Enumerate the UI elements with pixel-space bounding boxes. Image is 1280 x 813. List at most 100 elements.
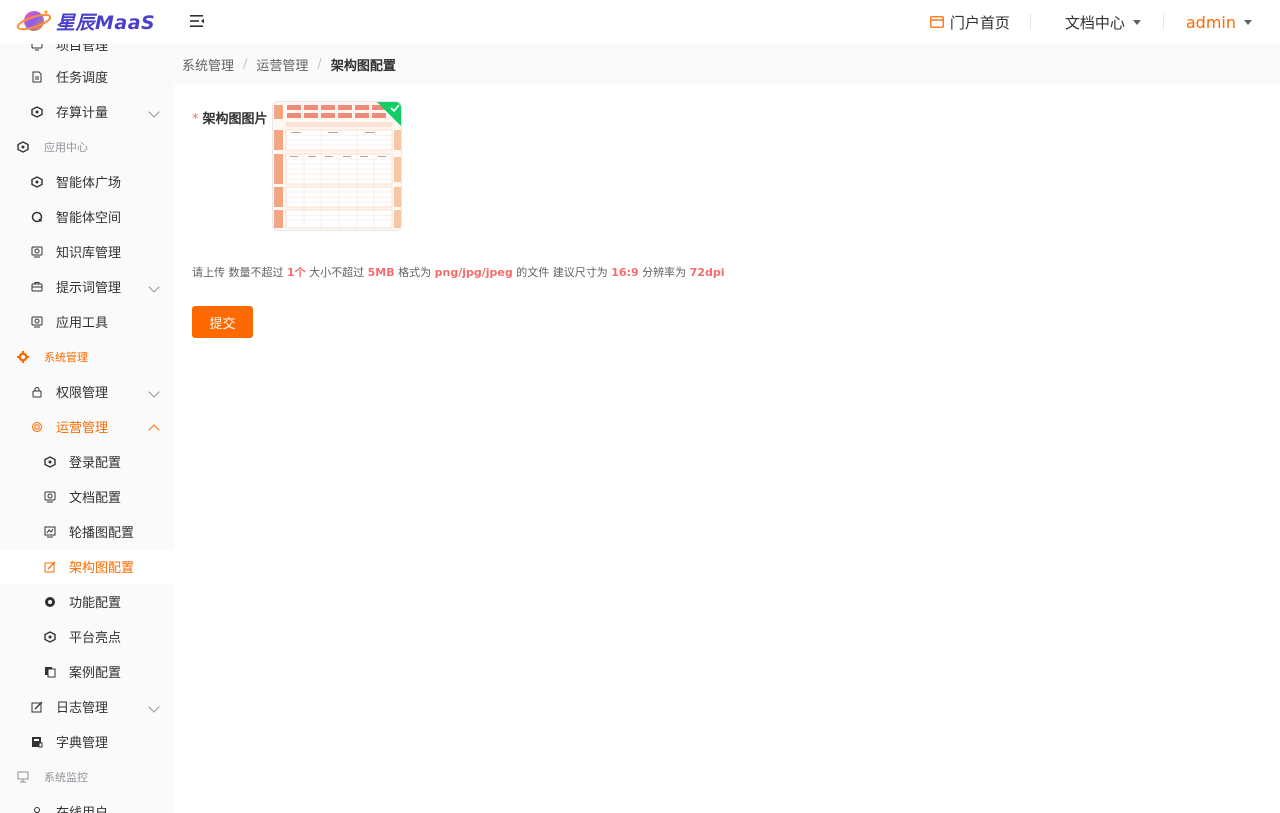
- sidebar-item-architecture-config[interactable]: 架构图配置: [0, 549, 174, 584]
- portal-home-link[interactable]: 门户首页: [929, 0, 1010, 44]
- sidebar-group-label: 系统管理: [44, 350, 88, 364]
- sidebar-item-prompt[interactable]: 提示词管理: [0, 269, 174, 304]
- sidebar-group-monitor[interactable]: 系统监控: [0, 759, 174, 794]
- sidebar-item-label: 权限管理: [56, 386, 109, 401]
- sidebar-item-label: 文档配置: [69, 491, 122, 506]
- submit-button[interactable]: 提交: [192, 306, 253, 338]
- tip-dpi: 72dpi: [689, 266, 725, 279]
- logo-text: 星辰MaaS: [56, 11, 156, 34]
- cpu-icon: [30, 420, 44, 434]
- sidebar-item-log[interactable]: 日志管理: [0, 689, 174, 724]
- menu-toggle-icon[interactable]: [188, 12, 206, 30]
- sidebar-group-app-center[interactable]: 应用中心: [0, 129, 174, 164]
- upload-success-check-icon: [377, 102, 401, 126]
- docs-center-dropdown[interactable]: 文档中心: [1065, 0, 1141, 44]
- sidebar-item-operations[interactable]: 运营管理: [0, 409, 174, 444]
- sidebar-item-label: 智能体空间: [56, 211, 122, 226]
- chevron-down-icon: [148, 386, 160, 398]
- tip-format: png/jpg/jpeg: [434, 266, 513, 279]
- monitor-icon: [30, 44, 44, 52]
- edit-icon: [30, 700, 44, 714]
- cube-icon: [16, 140, 30, 154]
- required-asterisk: *: [192, 112, 199, 127]
- breadcrumb: 系统管理 / 运营管理 / 架构图配置: [174, 44, 1280, 84]
- briefcase-icon: [30, 280, 44, 294]
- chevron-up-icon: [148, 424, 160, 436]
- sidebar-item-agent-plaza[interactable]: 智能体广场: [0, 164, 174, 199]
- breadcrumb-current: 架构图配置: [330, 58, 396, 74]
- sidebar-item-dictionary[interactable]: 字典管理: [0, 724, 174, 759]
- gear-icon: [16, 350, 30, 364]
- sidebar-item-case-config[interactable]: 案例配置: [0, 654, 174, 689]
- sidebar-item-doc-config[interactable]: 文档配置: [0, 479, 174, 514]
- cube-icon: [30, 175, 44, 189]
- lock-icon: [30, 385, 44, 399]
- chevron-down-icon: [148, 701, 160, 713]
- sidebar-item-login-config[interactable]: 登录配置: [0, 444, 174, 479]
- cube-icon: [30, 105, 44, 119]
- caret-down-icon: [1244, 19, 1252, 25]
- user-name: admin: [1185, 12, 1236, 32]
- sidebar-group-label: 应用中心: [44, 140, 88, 154]
- breadcrumb-separator: /: [243, 56, 248, 72]
- cube-icon: [43, 455, 57, 469]
- window-icon: [929, 16, 944, 28]
- sidebar-item-task-schedule[interactable]: 任务调度: [0, 59, 174, 94]
- tip-text: 请上传 数量不超过: [192, 266, 284, 279]
- tip-count: 1个: [287, 266, 306, 279]
- chevron-down-icon: [148, 281, 160, 293]
- logo[interactable]: 星辰MaaS: [16, 6, 155, 36]
- top-header: 星辰MaaS 门户首页 文档中心 admin: [0, 0, 1280, 44]
- header-divider: [1029, 14, 1031, 30]
- sidebar-group-system[interactable]: 系统管理: [0, 339, 174, 374]
- monitor-icon: [43, 490, 57, 504]
- sidebar-item-agent-space[interactable]: 智能体空间: [0, 199, 174, 234]
- sidebar-group-label: 系统监控: [44, 770, 88, 784]
- tip-size: 5MB: [367, 266, 395, 279]
- breadcrumb-item[interactable]: 运营管理: [256, 55, 308, 74]
- sidebar-item-carousel-config[interactable]: 轮播图配置: [0, 514, 174, 549]
- monitor-icon: [30, 245, 44, 259]
- sidebar-item-label: 项目管理: [56, 44, 109, 54]
- form-label: * 架构图图片: [192, 108, 268, 127]
- form-label-text: 架构图图片: [202, 112, 268, 127]
- uploaded-image-thumbnail[interactable]: [272, 101, 402, 231]
- header-divider: [1162, 14, 1164, 30]
- sidebar-item-storage-metering[interactable]: 存算计量: [0, 94, 174, 129]
- sidebar-item-label: 登录配置: [69, 456, 122, 471]
- sidebar-item-app-tools[interactable]: 应用工具: [0, 304, 174, 339]
- sidebar-item-label: 提示词管理: [56, 281, 122, 296]
- breadcrumb-separator: /: [317, 56, 322, 72]
- tip-text: 大小不超过: [309, 266, 365, 279]
- aperture-icon: [43, 595, 57, 609]
- tip-text: 的文件 建议尺寸为: [516, 266, 608, 279]
- tip-ratio: 16:9: [611, 266, 639, 279]
- docs-center-label: 文档中心: [1064, 13, 1125, 32]
- portal-home-label: 门户首页: [949, 13, 1010, 32]
- edit-icon: [43, 560, 57, 574]
- monitor-icon: [16, 770, 30, 784]
- caret-down-icon: [1132, 19, 1141, 25]
- sidebar-item-label: 平台亮点: [69, 631, 122, 646]
- sidebar-item-knowledge-base[interactable]: 知识库管理: [0, 234, 174, 269]
- cube-icon: [43, 630, 57, 644]
- search-circle-icon: [30, 210, 44, 224]
- chart-monitor-icon: [43, 525, 57, 539]
- sidebar-item-label: 架构图配置: [69, 561, 135, 576]
- monitor-icon: [30, 315, 44, 329]
- user-dropdown[interactable]: admin: [1186, 0, 1252, 44]
- sidebar-item-label: 在线用户: [56, 802, 108, 813]
- book-icon: [30, 735, 44, 749]
- planet-logo-icon: [16, 6, 54, 36]
- document-icon: [30, 70, 44, 84]
- sidebar-item-label: 案例配置: [69, 666, 122, 681]
- sidebar-item-highlights[interactable]: 平台亮点: [0, 619, 174, 654]
- sidebar-item-online-users[interactable]: 在线用户: [0, 794, 174, 813]
- breadcrumb-item[interactable]: 系统管理: [182, 55, 234, 74]
- sidebar-item-label: 运营管理: [56, 421, 109, 436]
- sidebar-item-permission[interactable]: 权限管理: [0, 374, 174, 409]
- sidebar-item-feature-config[interactable]: 功能配置: [0, 584, 174, 619]
- tip-text: 格式为: [398, 266, 432, 279]
- copy-icon: [43, 665, 57, 679]
- sidebar-item-label: 日志管理: [56, 701, 109, 716]
